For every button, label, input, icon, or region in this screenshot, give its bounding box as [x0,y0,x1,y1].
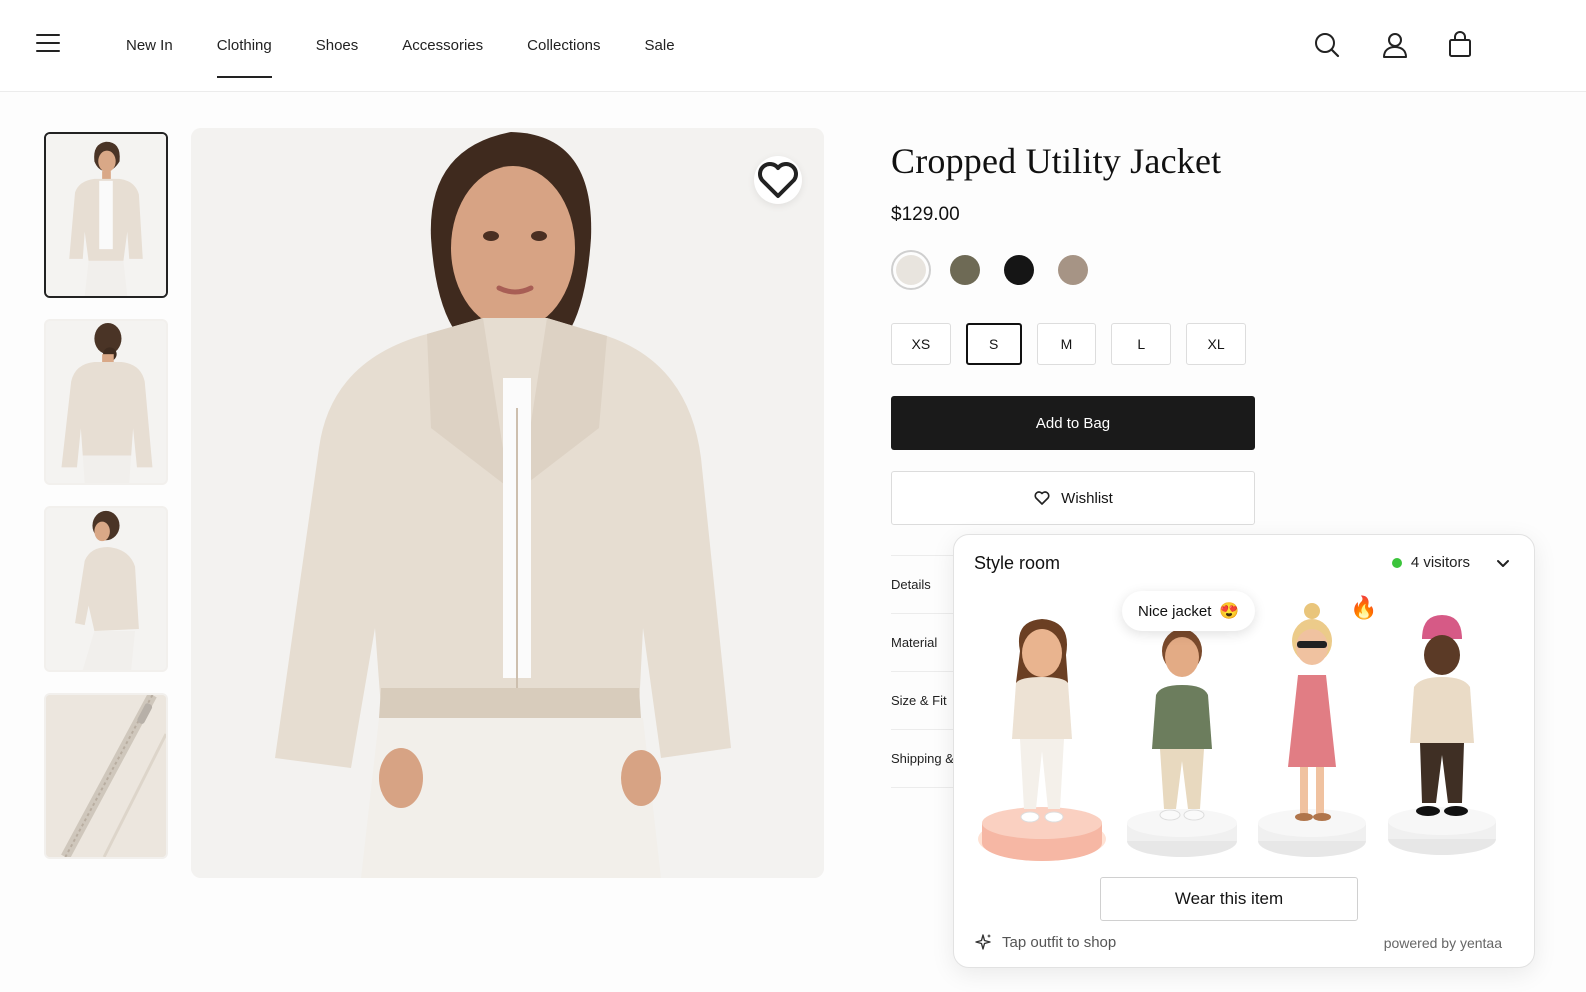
main-product-image [191,128,824,878]
visitor-count: 4 visitors [1391,554,1470,571]
thumbnail-gallery [44,132,168,880]
nav-accessories[interactable]: Accessories [402,0,483,92]
style-room-title: Style room [974,553,1061,573]
wear-this-item-button[interactable]: Wear this item [1100,877,1358,921]
size-xl[interactable]: XL [1186,323,1246,365]
search-icon[interactable] [1312,30,1342,60]
chat-bubble-text: Nice jacket [1138,602,1212,620]
avatar-woman-jacket[interactable] [978,619,1106,861]
avatar-girl-pink-dress[interactable] [1258,603,1366,857]
nav-shoes[interactable]: Shoes [316,0,359,92]
size-xs[interactable]: XS [891,323,951,365]
top-navigation-bar: New In Clothing Shoes Accessories Collec… [0,0,1586,92]
main-nav: New In Clothing Shoes Accessories Collec… [126,0,719,92]
color-swatches [891,250,1261,290]
color-swatch-taupe[interactable] [1058,255,1088,285]
wishlist-label: Wishlist [1061,489,1113,507]
style-room-widget: Style room 4 visitors Nice jacket 😍 🔥 We… [953,534,1535,968]
color-swatch-black[interactable] [1004,255,1034,285]
nav-sale[interactable]: Sale [645,0,675,92]
sparkle-icon [975,934,991,950]
tap-outfit-hint[interactable]: Tap outfit to shop [974,933,1116,951]
nav-new-in[interactable]: New In [126,0,173,92]
color-swatch-cream[interactable] [891,250,931,290]
chat-bubble: Nice jacket 😍 [1122,591,1256,631]
avatar-stage [954,591,1534,881]
nav-clothing[interactable]: Clothing [216,0,272,92]
nav-collections[interactable]: Collections [527,0,600,92]
chevron-down-icon[interactable] [1492,553,1514,575]
hamburger-menu-icon[interactable] [36,34,60,56]
product-title: Cropped Utility Jacket [891,141,1222,181]
heart-icon [1034,491,1050,505]
avatar-man-beanie-hoodie[interactable] [1388,615,1496,855]
size-selector: XS S M L XL [891,323,1261,365]
size-m[interactable]: M [1036,323,1097,365]
powered-by-label: powered by yentaa [1383,935,1502,951]
size-l[interactable]: L [1111,323,1172,365]
product-price: $129.00 [891,204,960,225]
thumbnail-back-view[interactable] [44,319,168,485]
account-icon[interactable] [1380,30,1410,60]
visitors-label: 4 visitors [1410,554,1470,571]
thumbnail-front-view[interactable] [44,132,168,298]
favorite-heart-button[interactable] [754,156,802,204]
fire-reaction-icon: 🔥 [1350,595,1378,620]
thumbnail-side-view[interactable] [44,506,168,672]
heart-eyes-emoji-icon: 😍 [1219,603,1240,620]
size-s[interactable]: S [965,323,1022,365]
thumbnail-zipper-detail[interactable] [44,693,168,859]
color-swatch-olive[interactable] [950,255,980,285]
add-to-bag-button[interactable]: Add to Bag [891,396,1255,450]
shopping-bag-icon[interactable] [1445,30,1475,60]
heart-icon [758,162,798,198]
online-status-dot [1391,557,1402,568]
avatar-boy-green-sweater[interactable] [1127,629,1237,857]
tap-outfit-label: Tap outfit to shop [1002,933,1117,951]
wishlist-button[interactable]: Wishlist [891,471,1255,525]
